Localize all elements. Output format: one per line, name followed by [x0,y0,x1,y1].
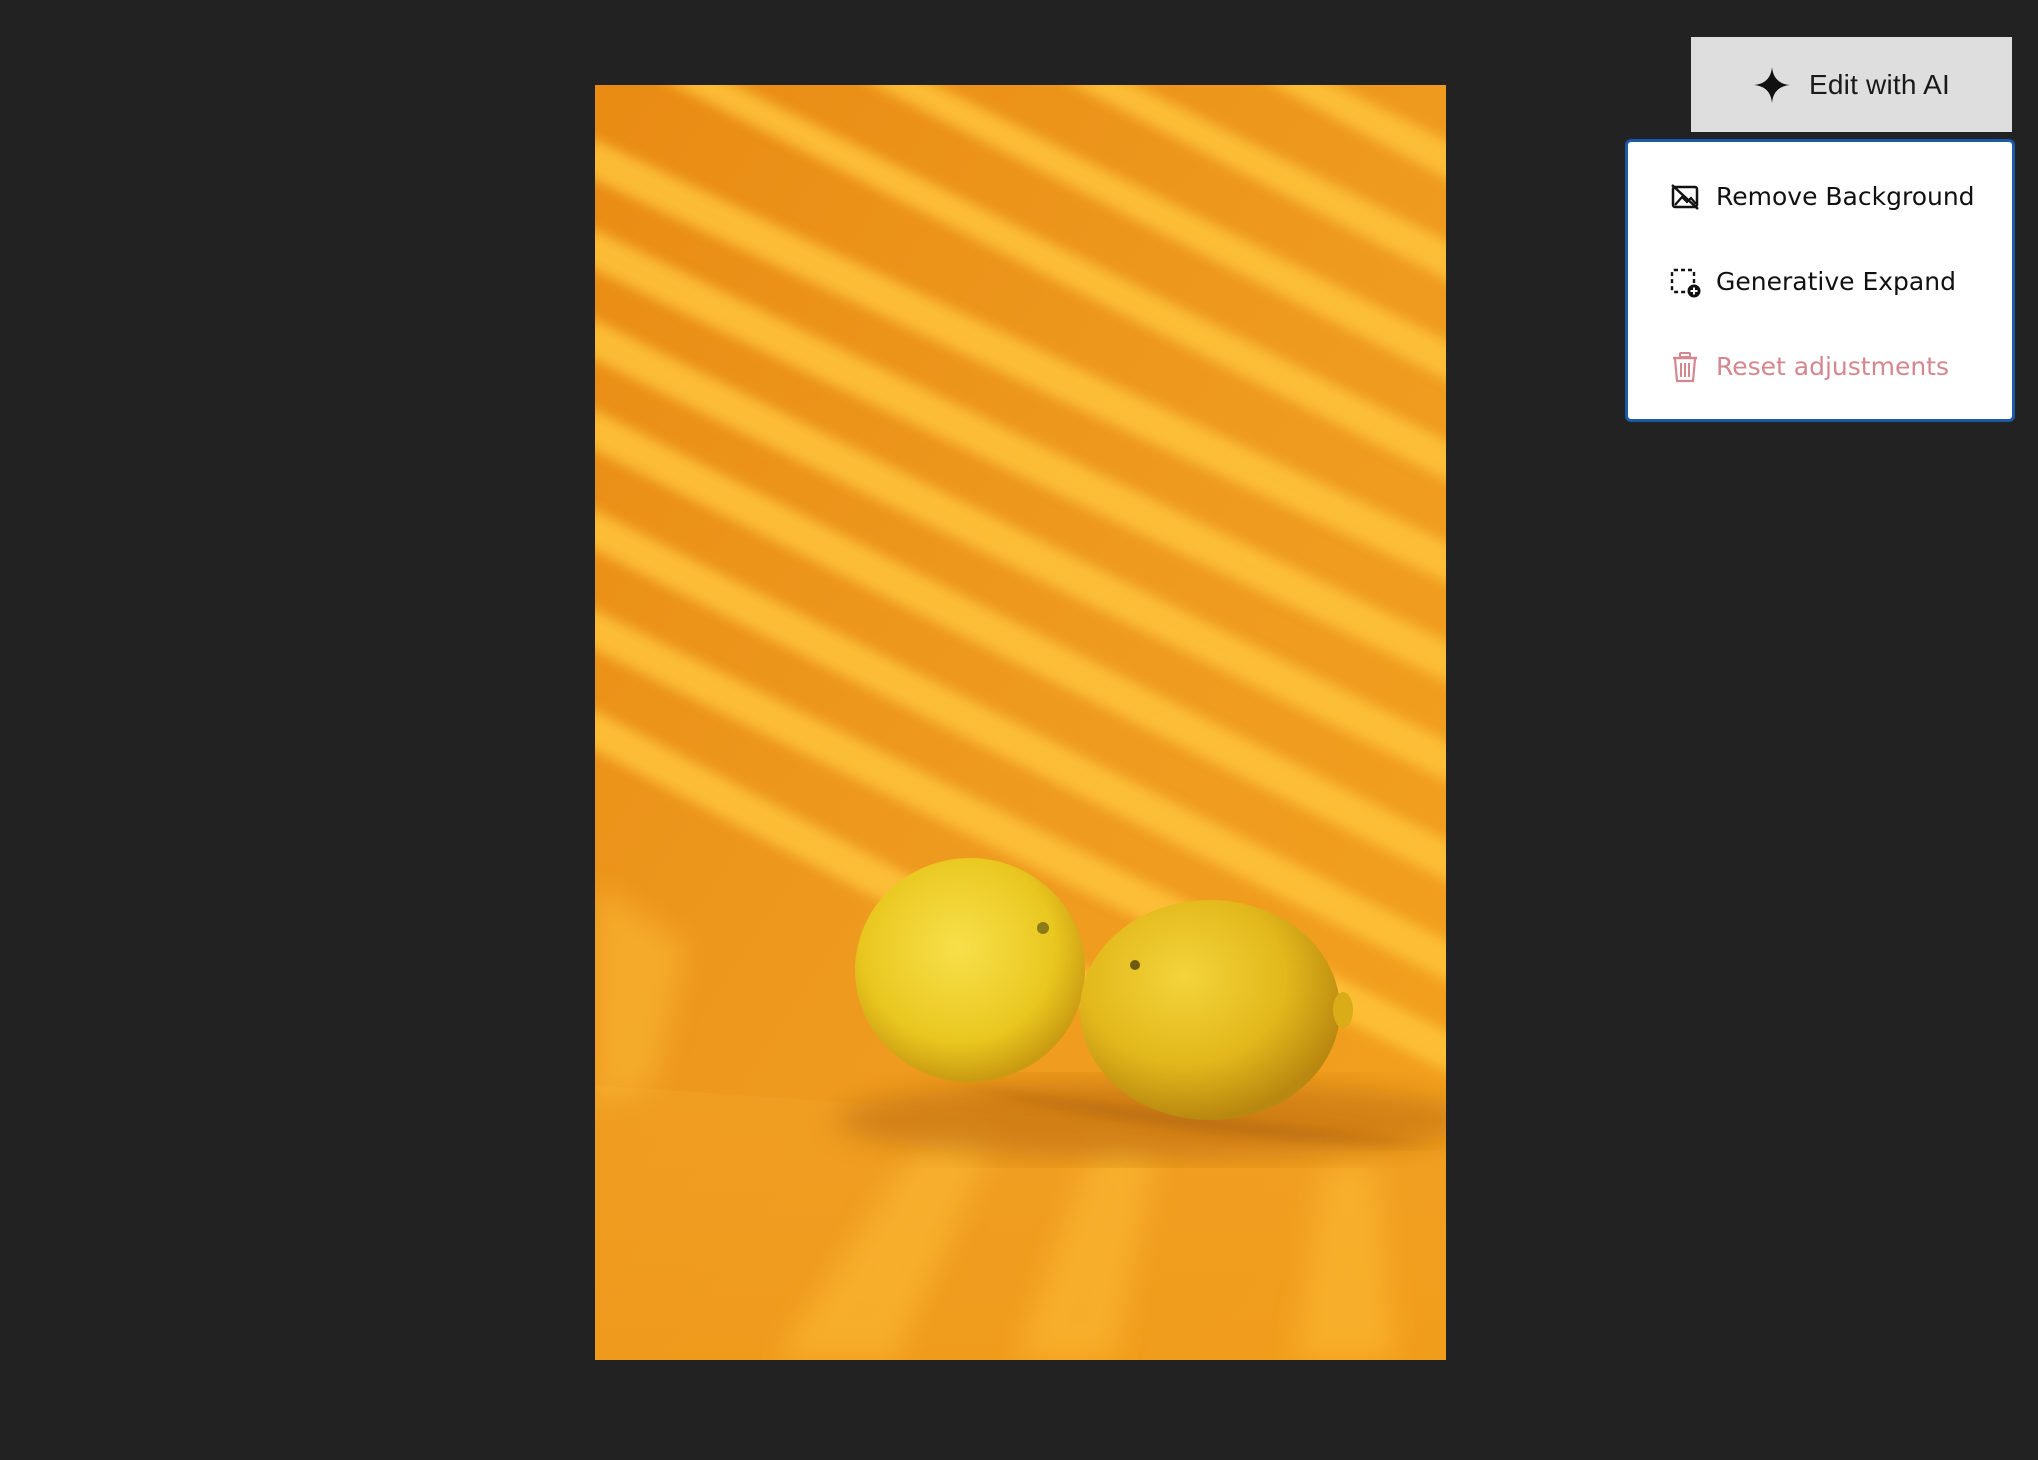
edit-with-ai-button[interactable]: Edit with AI [1691,37,2012,132]
generative-expand-icon [1668,265,1702,299]
menu-item-label: Remove Background [1716,182,1975,211]
edit-with-ai-label: Edit with AI [1809,68,1950,100]
ai-edit-menu: Remove Background Generative Expand Rese… [1625,139,2015,422]
menu-item-label: Generative Expand [1716,267,1956,296]
edited-image[interactable] [595,85,1446,1360]
canvas-area: Edit with AI Remove Background Generativ… [0,0,2038,1460]
trash-icon [1668,350,1702,384]
menu-item-generative-expand[interactable]: Generative Expand [1628,239,2012,324]
sparkle-icon [1753,66,1791,104]
remove-background-icon [1668,180,1702,214]
menu-item-reset-adjustments[interactable]: Reset adjustments [1628,324,2012,409]
menu-item-label: Reset adjustments [1716,352,1949,381]
menu-item-remove-background[interactable]: Remove Background [1628,154,2012,239]
